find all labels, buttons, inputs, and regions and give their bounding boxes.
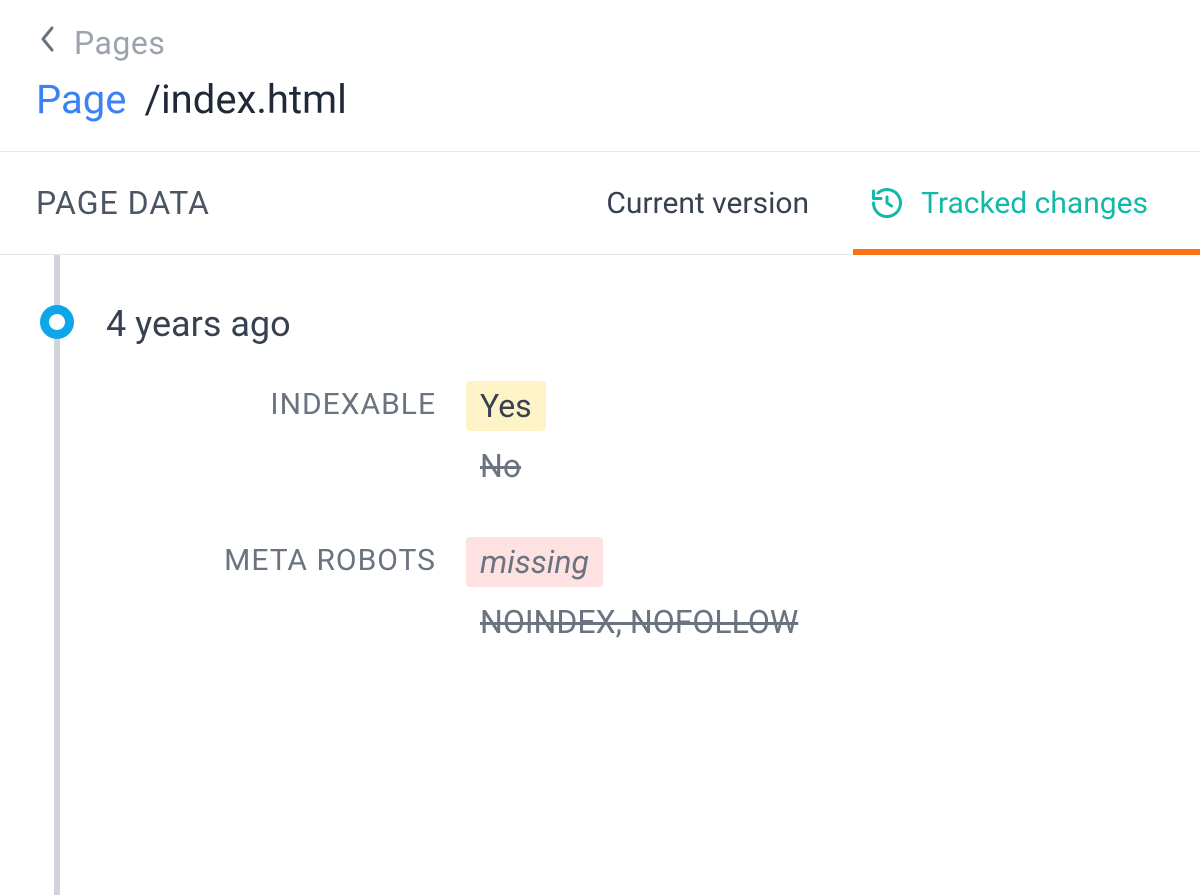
- change-row-meta-robots: META ROBOTS missing NOINDEX, NOFOLLOW: [106, 537, 1164, 641]
- breadcrumb-parent[interactable]: Pages: [74, 24, 165, 62]
- value-old: NOINDEX, NOFOLLOW: [466, 603, 798, 641]
- change-rows: INDEXABLE Yes No META ROBOTS missing NOI…: [106, 381, 1164, 641]
- tab-changes-label: Tracked changes: [921, 186, 1148, 221]
- timeline-line: [54, 255, 60, 895]
- tab-tracked-changes[interactable]: Tracked changes: [853, 152, 1164, 254]
- event-time: 4 years ago: [106, 295, 1164, 345]
- page-title-label: Page: [36, 76, 126, 123]
- change-row-indexable: INDEXABLE Yes No: [106, 381, 1164, 485]
- chevron-left-icon: [40, 26, 56, 57]
- page-title-value: /index.html: [144, 76, 346, 123]
- changes-timeline: 4 years ago INDEXABLE Yes No META ROBOTS…: [0, 255, 1200, 641]
- change-values: missing NOINDEX, NOFOLLOW: [466, 537, 1164, 641]
- page-title-row: Page /index.html: [0, 68, 1200, 151]
- page-data-section-bar: PAGE DATA Current version Tracked change…: [0, 151, 1200, 255]
- value-new: missing: [466, 537, 603, 587]
- value-new: Yes: [466, 381, 546, 431]
- section-title: PAGE DATA: [36, 184, 590, 222]
- change-label: META ROBOTS: [106, 537, 436, 641]
- tab-current-label: Current version: [606, 186, 809, 221]
- value-old: No: [466, 447, 521, 485]
- change-values: Yes No: [466, 381, 1164, 485]
- timeline-marker: [40, 305, 74, 339]
- history-icon: [869, 185, 905, 221]
- change-label: INDEXABLE: [106, 381, 436, 485]
- breadcrumb[interactable]: Pages: [0, 0, 1200, 68]
- tab-current-version[interactable]: Current version: [590, 152, 825, 254]
